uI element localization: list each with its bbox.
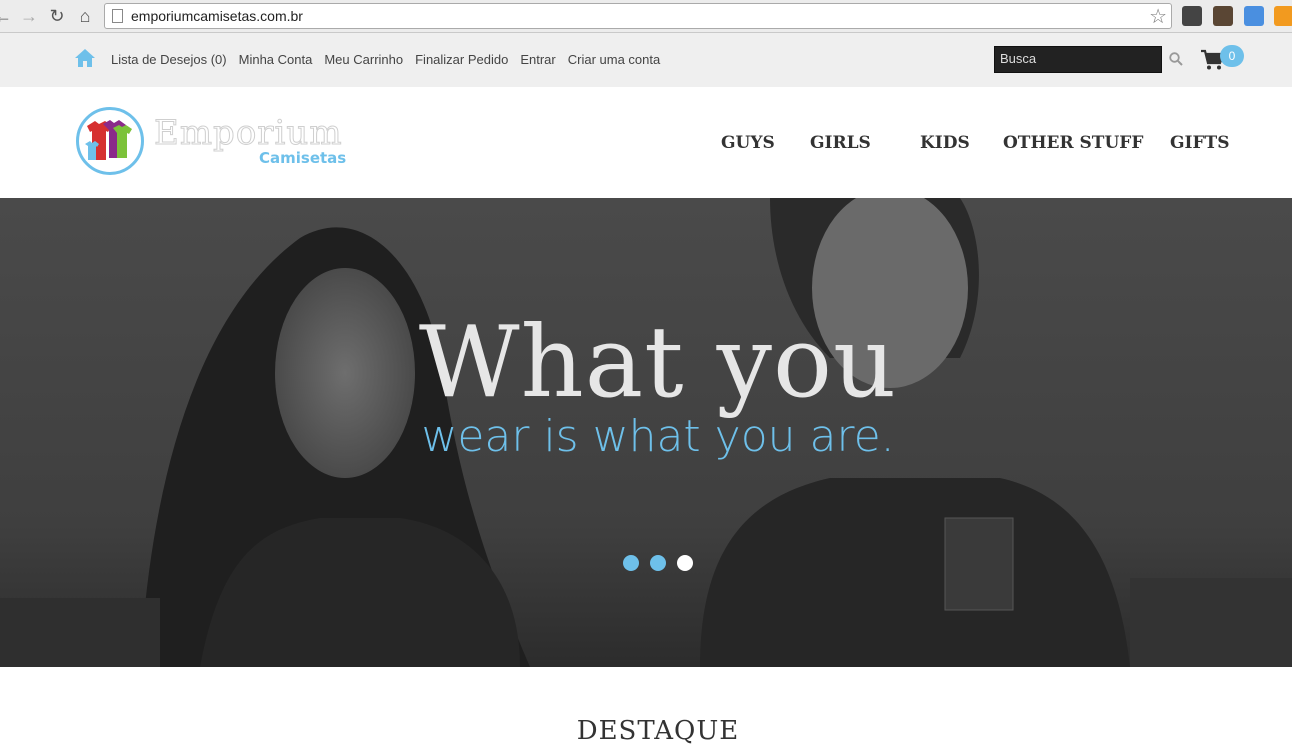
account-links: Lista de Desejos (0) Minha Conta Meu Car… [111,52,672,67]
cart-count-badge: 0 [1220,45,1244,67]
search-input[interactable]: Busca [994,46,1162,73]
slider-dot-1[interactable] [623,555,639,571]
tshirt-logo-icon [85,120,132,160]
slider-dot-2[interactable] [650,555,666,571]
home-icon[interactable] [74,48,96,68]
evernote-extension-icon[interactable] [1182,6,1202,26]
search-icon[interactable] [1169,52,1183,66]
section-title: DESTAQUE [576,716,740,746]
nav-kids[interactable]: KIDS [920,133,970,153]
back-icon[interactable]: ← [0,5,14,27]
hero-title: What you [418,306,898,420]
login-link[interactable]: Entrar [520,52,555,67]
nav-other-stuff[interactable]: OTHER STUFF [1003,133,1143,153]
my-cart-link[interactable]: Meu Carrinho [324,52,403,67]
hero-slider[interactable]: What you wear is what you are. [0,198,1292,667]
page-icon [112,9,123,23]
analytics-extension-icon[interactable] [1274,6,1292,26]
bookmark-star-icon[interactable]: ☆ [1149,4,1167,29]
register-link[interactable]: Criar uma conta [568,52,660,67]
wishlist-link[interactable]: Lista de Desejos (0) [111,52,227,67]
coffee-extension-icon[interactable] [1213,6,1233,26]
slider-dots [623,555,693,571]
reload-icon[interactable]: ↻ [46,5,68,27]
logo[interactable]: Emporium Camisetas [76,107,356,177]
top-bar: Lista de Desejos (0) Minha Conta Meu Car… [0,33,1292,87]
logo-wordmark: Emporium [154,113,343,154]
my-account-link[interactable]: Minha Conta [239,52,313,67]
url-text: emporiumcamisetas.com.br [131,8,303,24]
checkout-link[interactable]: Finalizar Pedido [415,52,508,67]
site-header: Emporium Camisetas GUYS GIRLS KIDS OTHER… [0,87,1292,198]
hero-subtitle: wear is what you are. [421,411,895,462]
browser-toolbar: ← → ↻ ⌂ emporiumcamisetas.com.br ☆ [0,0,1292,33]
forward-icon[interactable]: → [18,5,40,27]
nav-guys[interactable]: GUYS [721,133,775,153]
address-bar[interactable]: emporiumcamisetas.com.br ☆ [104,3,1172,29]
translate-extension-icon[interactable] [1244,6,1264,26]
nav-girls[interactable]: GIRLS [810,133,871,153]
slider-dot-3[interactable] [677,555,693,571]
logo-circle [76,107,144,175]
nav-gifts[interactable]: GIFTS [1170,133,1229,153]
logo-subtitle: Camisetas [259,149,347,167]
browser-home-icon[interactable]: ⌂ [74,5,96,27]
